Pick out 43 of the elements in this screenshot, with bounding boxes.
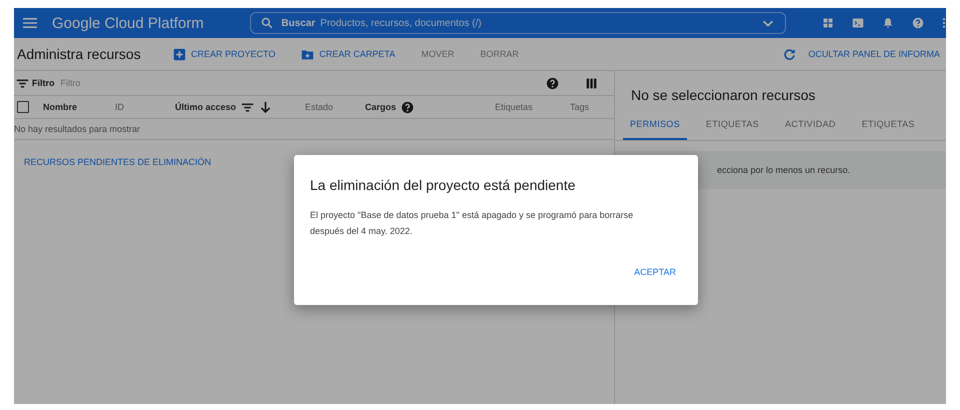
help-icon[interactable] (401, 100, 414, 114)
action-button[interactable]: CREAR PROYECTO (167, 44, 282, 64)
action-button[interactable]: CREAR CARPETA (295, 44, 402, 64)
panel-toggle-button[interactable]: OCULTAR PANEL DE INFORMA (802, 45, 946, 63)
column-header[interactable]: Estado (305, 102, 334, 112)
search-icon (261, 17, 274, 29)
sort-arrow-icon[interactable] (259, 100, 272, 114)
pending-deletion-link[interactable]: RECURSOS PENDIENTES DE ELIMINACIÓN (24, 157, 212, 167)
dialog-text: El proyecto "Base de datos prueba 1" está apagado y se programó para borrarse después del 4 may. 2022. (310, 209, 634, 238)
select-all-checkbox[interactable] (17, 101, 29, 113)
column-header[interactable]: Nombre (43, 102, 78, 112)
filter-icon (16, 76, 29, 90)
dialog-title: La eliminación del proyecto está pendiente (310, 177, 576, 193)
notifications-icon[interactable] (882, 17, 894, 29)
panel-title: No se seleccionaron recursos (630, 86, 816, 105)
page-title: Administra recursos (17, 46, 142, 62)
refresh-icon[interactable] (783, 48, 796, 60)
tab[interactable]: PERMISOS (623, 113, 687, 140)
tab[interactable]: ETIQUETAS (854, 113, 922, 140)
product-title[interactable]: Google Cloud Platform (52, 14, 240, 32)
column-header[interactable]: Etiquetas (495, 102, 533, 112)
filter-icon[interactable] (241, 100, 254, 114)
column-header[interactable]: Cargos (365, 102, 396, 112)
folder-icon (301, 48, 314, 60)
search-input[interactable]: Productos, recursos, documentos (/) (320, 18, 620, 28)
help-icon[interactable] (912, 17, 924, 29)
search-field[interactable]: Buscar Productos, recursos, documentos (/) (250, 12, 786, 34)
menu-icon[interactable] (22, 15, 38, 31)
filter-label: Filtro (32, 78, 54, 88)
add-icon (173, 48, 186, 60)
help-icon[interactable] (546, 76, 559, 90)
terminal-icon[interactable] (852, 17, 864, 29)
column-header[interactable]: Tags (570, 102, 590, 112)
empty-message: No hay resultados para mostrar (14, 119, 614, 140)
column-header[interactable]: Último acceso (175, 102, 236, 112)
tab[interactable]: ETIQUETAS (698, 113, 766, 140)
tab[interactable]: ACTIVIDAD (778, 113, 843, 140)
accept-button[interactable]: ACEPTAR (628, 263, 682, 281)
column-header[interactable]: ID (115, 102, 124, 112)
hint-text: ecciona por lo menos un recurso. (717, 165, 850, 175)
more-icon[interactable] (942, 17, 946, 29)
search-label: Buscar (281, 18, 316, 28)
columns-icon[interactable] (585, 76, 598, 90)
